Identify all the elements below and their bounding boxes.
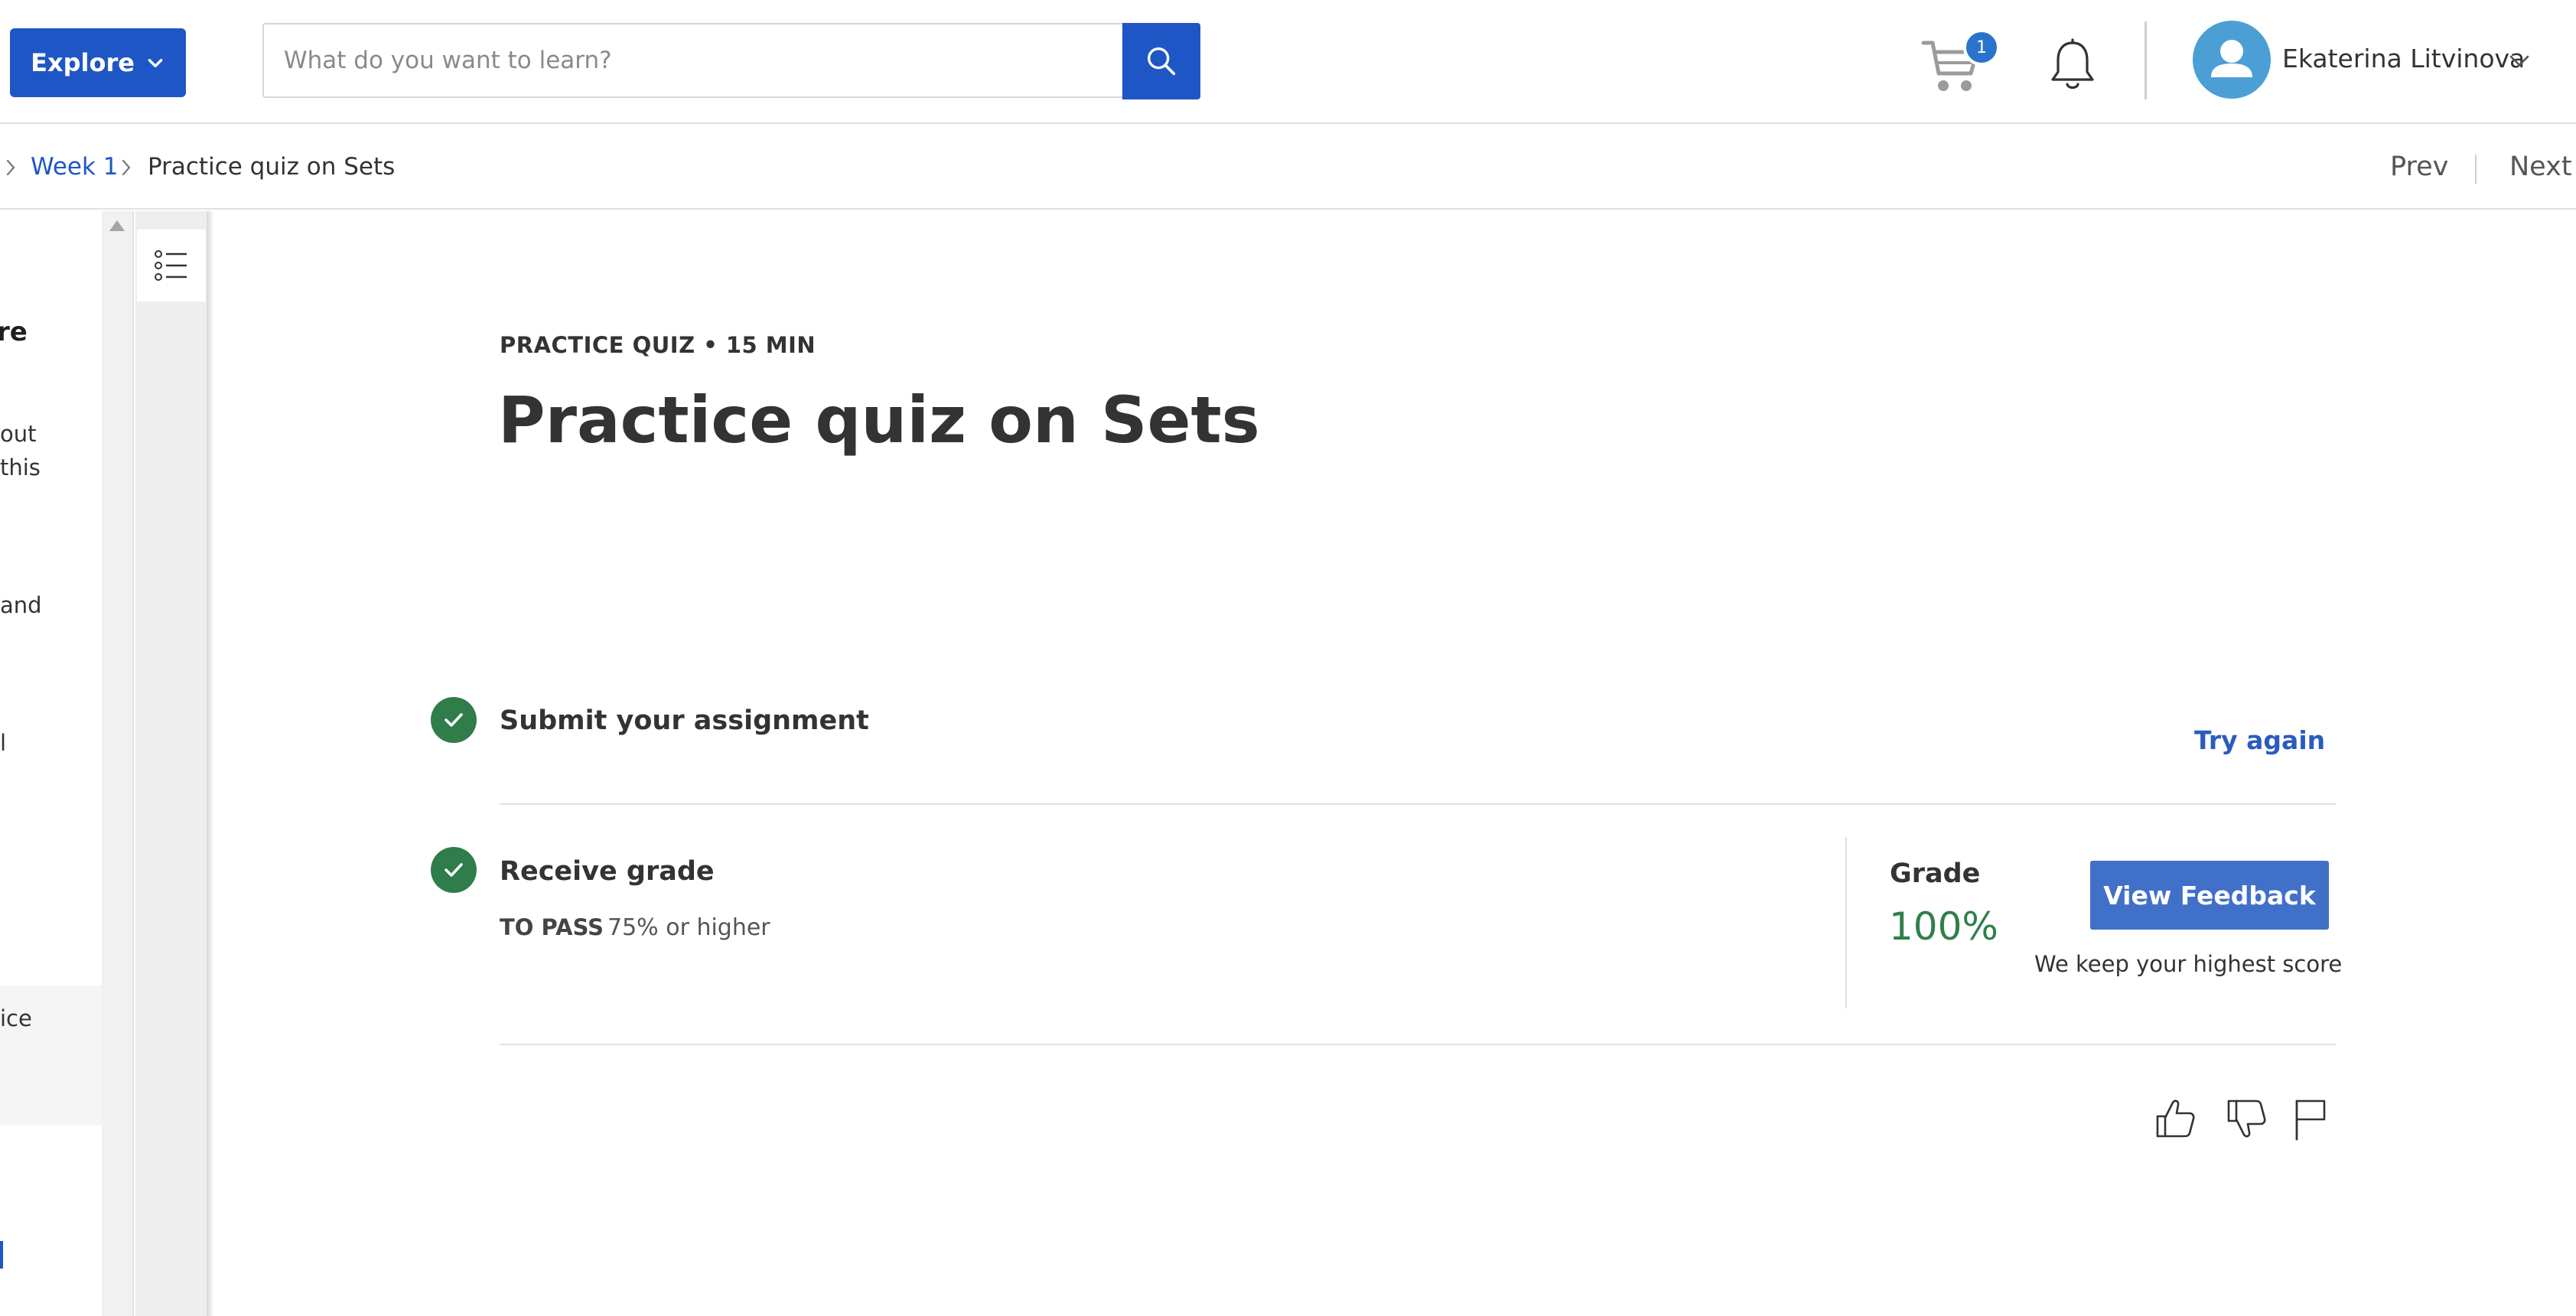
explore-label: Explore: [31, 48, 135, 77]
check-icon: [445, 713, 463, 727]
sidebar-item-text[interactable]: this: [0, 454, 41, 480]
breadcrumb-week-link[interactable]: Week 1: [31, 153, 119, 181]
try-again-button[interactable]: Try again: [2194, 725, 2325, 755]
breadcrumb-current: Practice quiz on Sets: [148, 153, 396, 181]
user-name[interactable]: Ekaterina Litvinova: [2282, 44, 2525, 73]
sidebar-current-marker: [0, 1241, 3, 1269]
header-divider: [2144, 21, 2147, 99]
cart-button[interactable]: 1: [1920, 29, 2000, 98]
search-icon: [1148, 47, 1176, 76]
scroll-up-arrow[interactable]: [109, 220, 125, 231]
avatar[interactable]: [2193, 21, 2271, 99]
toc-strip-shadow: [207, 211, 213, 1316]
user-icon: [2211, 40, 2252, 77]
to-pass-value: 75% or higher: [607, 914, 770, 941]
list-icon: [155, 250, 187, 281]
grade-status-check: [431, 847, 477, 893]
submit-step-title: Submit your assignment: [500, 705, 869, 736]
section-divider: [500, 1044, 2336, 1045]
top-header: Explore 1 Ekaterina Litvinova: [0, 0, 2576, 124]
sidebar-scrollbar[interactable]: [102, 211, 134, 1316]
chevron-down-icon[interactable]: [2508, 52, 2531, 70]
chevron-down-icon: [148, 59, 163, 68]
search-input[interactable]: [284, 47, 1124, 74]
to-pass-label: TO PASS: [500, 914, 604, 940]
submit-status-check: [431, 697, 477, 743]
like-button[interactable]: [2151, 1095, 2199, 1142]
chevron-right-icon: [6, 159, 15, 176]
search-button[interactable]: [1122, 23, 1200, 99]
bell-icon: [2051, 38, 2094, 90]
chevron-right-icon: [122, 159, 131, 176]
toc-strip: [135, 211, 212, 1316]
highest-score-note: We keep your highest score: [2034, 951, 2343, 977]
flag-icon: [2295, 1099, 2326, 1141]
course-sidebar: re out this and l ice: [0, 211, 102, 1316]
grade-step-title: Receive grade: [500, 856, 715, 887]
next-button[interactable]: Next: [2509, 151, 2572, 182]
grade-divider: [1845, 837, 1847, 1008]
toggle-outline-button[interactable]: [137, 230, 206, 301]
sidebar-item-text[interactable]: out: [0, 421, 37, 447]
sidebar-item-text[interactable]: l: [0, 730, 6, 756]
thumbs-down-icon: [2227, 1099, 2266, 1138]
report-button[interactable]: [2288, 1095, 2335, 1142]
breadcrumb: Week 1 Practice quiz on Sets Prev Next: [0, 125, 2576, 210]
sidebar-heading: re: [0, 317, 28, 347]
grade-label: Grade: [1890, 858, 1981, 889]
explore-button[interactable]: Explore: [10, 28, 186, 97]
cart-count-badge: 1: [1963, 29, 2000, 66]
dislike-button[interactable]: [2223, 1095, 2270, 1142]
nav-divider: [2475, 155, 2477, 184]
sidebar-item-text[interactable]: and: [0, 592, 42, 618]
page-title: Practice quiz on Sets: [498, 383, 1260, 458]
view-feedback-button[interactable]: View Feedback: [2090, 861, 2329, 930]
thumbs-up-icon: [2156, 1099, 2195, 1138]
item-type-duration: PRACTICE QUIZ • 15 MIN: [500, 332, 816, 358]
sidebar-item-text[interactable]: ice: [0, 1005, 32, 1031]
check-icon: [445, 863, 463, 877]
grade-value: 100%: [1889, 904, 1998, 949]
search-box: [262, 23, 1124, 98]
section-divider: [500, 803, 2336, 805]
notifications-button[interactable]: [2047, 38, 2098, 93]
prev-button[interactable]: Prev: [2390, 151, 2448, 182]
